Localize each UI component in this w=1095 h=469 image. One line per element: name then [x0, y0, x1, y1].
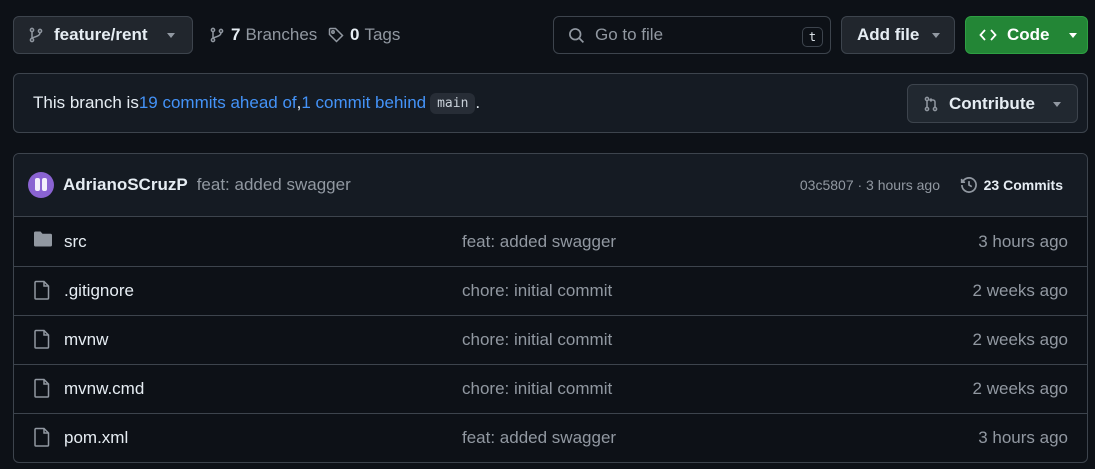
commit-author[interactable]: AdrianoSCruzP — [63, 175, 188, 195]
table-row[interactable]: mvnw chore: initial commit 2 weeks ago — [14, 315, 1087, 364]
history-icon — [960, 177, 977, 193]
latest-commit-message[interactable]: feat: added swagger — [197, 175, 351, 195]
latest-commit-meta[interactable]: 03c5807 · 3 hours ago — [800, 177, 940, 193]
file-commit-date: 2 weeks ago — [972, 379, 1068, 398]
table-row[interactable]: mvnw.cmd chore: initial commit 2 weeks ago — [14, 364, 1087, 413]
tag-icon — [328, 27, 344, 43]
file-commit-message[interactable]: chore: initial commit — [462, 379, 612, 399]
folder-icon — [33, 230, 53, 253]
tags-count: 0 — [350, 25, 360, 44]
file-list: AdrianoSCruzP feat: added swagger 03c580… — [13, 153, 1088, 463]
file-name-link[interactable]: mvnw — [64, 330, 108, 350]
go-to-file-search[interactable]: t — [553, 16, 831, 54]
file-name-link[interactable]: src — [64, 232, 87, 252]
file-name-link[interactable]: .gitignore — [64, 281, 134, 301]
file-commit-date: 2 weeks ago — [972, 330, 1068, 349]
file-commit-date: 2 weeks ago — [972, 281, 1068, 300]
code-button[interactable]: Code — [965, 16, 1088, 54]
add-file-label: Add file — [857, 25, 920, 44]
keyboard-shortcut-hint: t — [802, 27, 823, 47]
branch-name: feature/rent — [54, 25, 148, 44]
chevron-down-icon — [1069, 33, 1077, 38]
code-label: Code — [1007, 25, 1050, 44]
table-row[interactable]: .gitignore chore: initial commit 2 weeks a… — [14, 266, 1087, 315]
tags-label: Tags — [364, 25, 401, 44]
file-commit-date: 3 hours ago — [978, 428, 1068, 447]
search-icon — [569, 27, 585, 43]
search-input[interactable] — [595, 25, 785, 45]
chevron-down-icon — [932, 33, 940, 38]
branch-selector-button[interactable]: feature/rent — [13, 16, 193, 54]
file-name-link[interactable]: mvnw.cmd — [64, 379, 144, 399]
branches-label: Branches — [245, 25, 318, 44]
file-commit-message[interactable]: chore: initial commit — [462, 330, 612, 350]
file-icon — [33, 427, 51, 452]
commits-behind-link[interactable]: 1 commit behind — [301, 93, 426, 113]
branch-status-banner: This branch is 19 commits ahead of , 1 c… — [13, 73, 1088, 133]
repo-page: feature/rent 7 Branches 0 Tags t — [0, 0, 1095, 469]
commits-history-link[interactable]: 23 Commits — [960, 176, 1063, 194]
avatar[interactable] — [28, 172, 54, 198]
contribute-button[interactable]: Contribute — [907, 84, 1078, 123]
file-icon — [33, 378, 51, 403]
git-branch-icon — [210, 27, 224, 43]
file-name-link[interactable]: pom.xml — [64, 428, 128, 448]
pull-request-icon — [924, 96, 938, 111]
branches-link[interactable]: 7 Branches — [209, 16, 317, 54]
file-rows: src feat: added swagger 3 hours ago .gitign… — [14, 217, 1087, 462]
file-icon — [33, 280, 51, 305]
file-commit-message[interactable]: chore: initial commit — [462, 281, 612, 301]
banner-prefix: This branch is — [33, 93, 139, 112]
add-file-button[interactable]: Add file — [841, 16, 955, 54]
chevron-down-icon — [167, 33, 175, 38]
commits-count-label: 23 Commits — [983, 177, 1063, 193]
contribute-label: Contribute — [949, 93, 1035, 113]
latest-commit-bar: AdrianoSCruzP feat: added swagger 03c580… — [14, 154, 1087, 217]
tags-link[interactable]: 0 Tags — [328, 16, 400, 54]
base-branch-chip: main — [430, 92, 476, 114]
git-branch-icon — [29, 27, 43, 43]
code-icon — [979, 29, 997, 41]
table-row[interactable]: src feat: added swagger 3 hours ago — [14, 217, 1087, 266]
commits-ahead-link[interactable]: 19 commits ahead of — [139, 93, 297, 113]
file-commit-message[interactable]: feat: added swagger — [462, 232, 616, 252]
table-row[interactable]: pom.xml feat: added swagger 3 hours ago — [14, 413, 1087, 462]
chevron-down-icon — [1053, 102, 1061, 107]
file-commit-message[interactable]: feat: added swagger — [462, 428, 616, 448]
file-icon — [33, 329, 51, 354]
branches-count: 7 — [231, 25, 241, 44]
repo-toolbar: feature/rent 7 Branches 0 Tags t — [13, 16, 1088, 54]
file-commit-date: 3 hours ago — [978, 231, 1068, 251]
banner-suffix: . — [475, 93, 481, 112]
